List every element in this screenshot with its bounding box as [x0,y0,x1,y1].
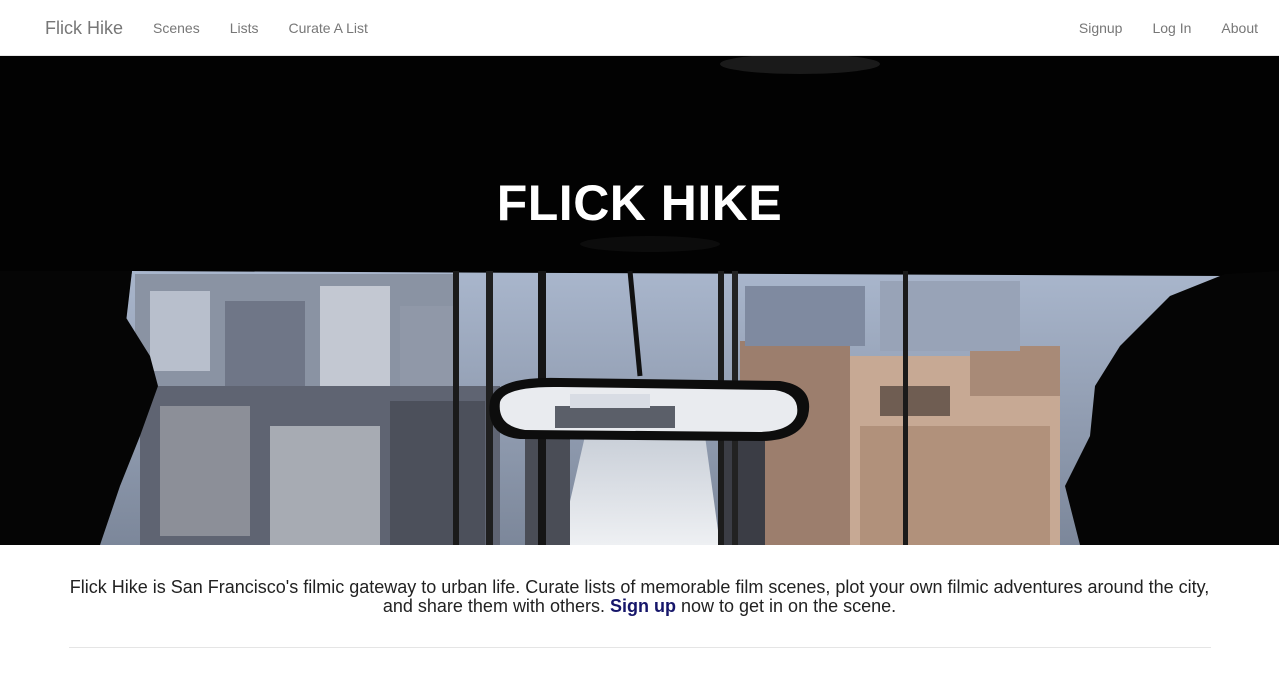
nav-right-group: Signup Log In About [1064,0,1279,55]
nav-link-scenes[interactable]: Scenes [138,0,215,56]
intro-text-after: now to get in on the scene. [675,596,897,616]
intro-paragraph: Flick Hike is San Francisco's filmic gat… [70,545,1210,616]
hero-banner: FLICK HIKE [0,56,1279,545]
hero-background-image [0,56,1279,545]
nav-link-curate-a-list[interactable]: Curate A List [274,0,383,56]
signup-inline-link[interactable]: Sign up [610,596,676,616]
nav-link-login[interactable]: Log In [1137,0,1206,56]
nav-link-signup[interactable]: Signup [1064,0,1138,56]
nav-left-group: Flick Hike Scenes Lists Curate A List [0,0,383,55]
nav-link-about[interactable]: About [1206,0,1279,56]
hero-title: FLICK HIKE [496,175,783,231]
section-divider [68,647,1211,648]
top-navbar: Flick Hike Scenes Lists Curate A List Si… [0,0,1279,56]
brand-link[interactable]: Flick Hike [0,0,138,56]
nav-link-lists[interactable]: Lists [215,0,274,56]
